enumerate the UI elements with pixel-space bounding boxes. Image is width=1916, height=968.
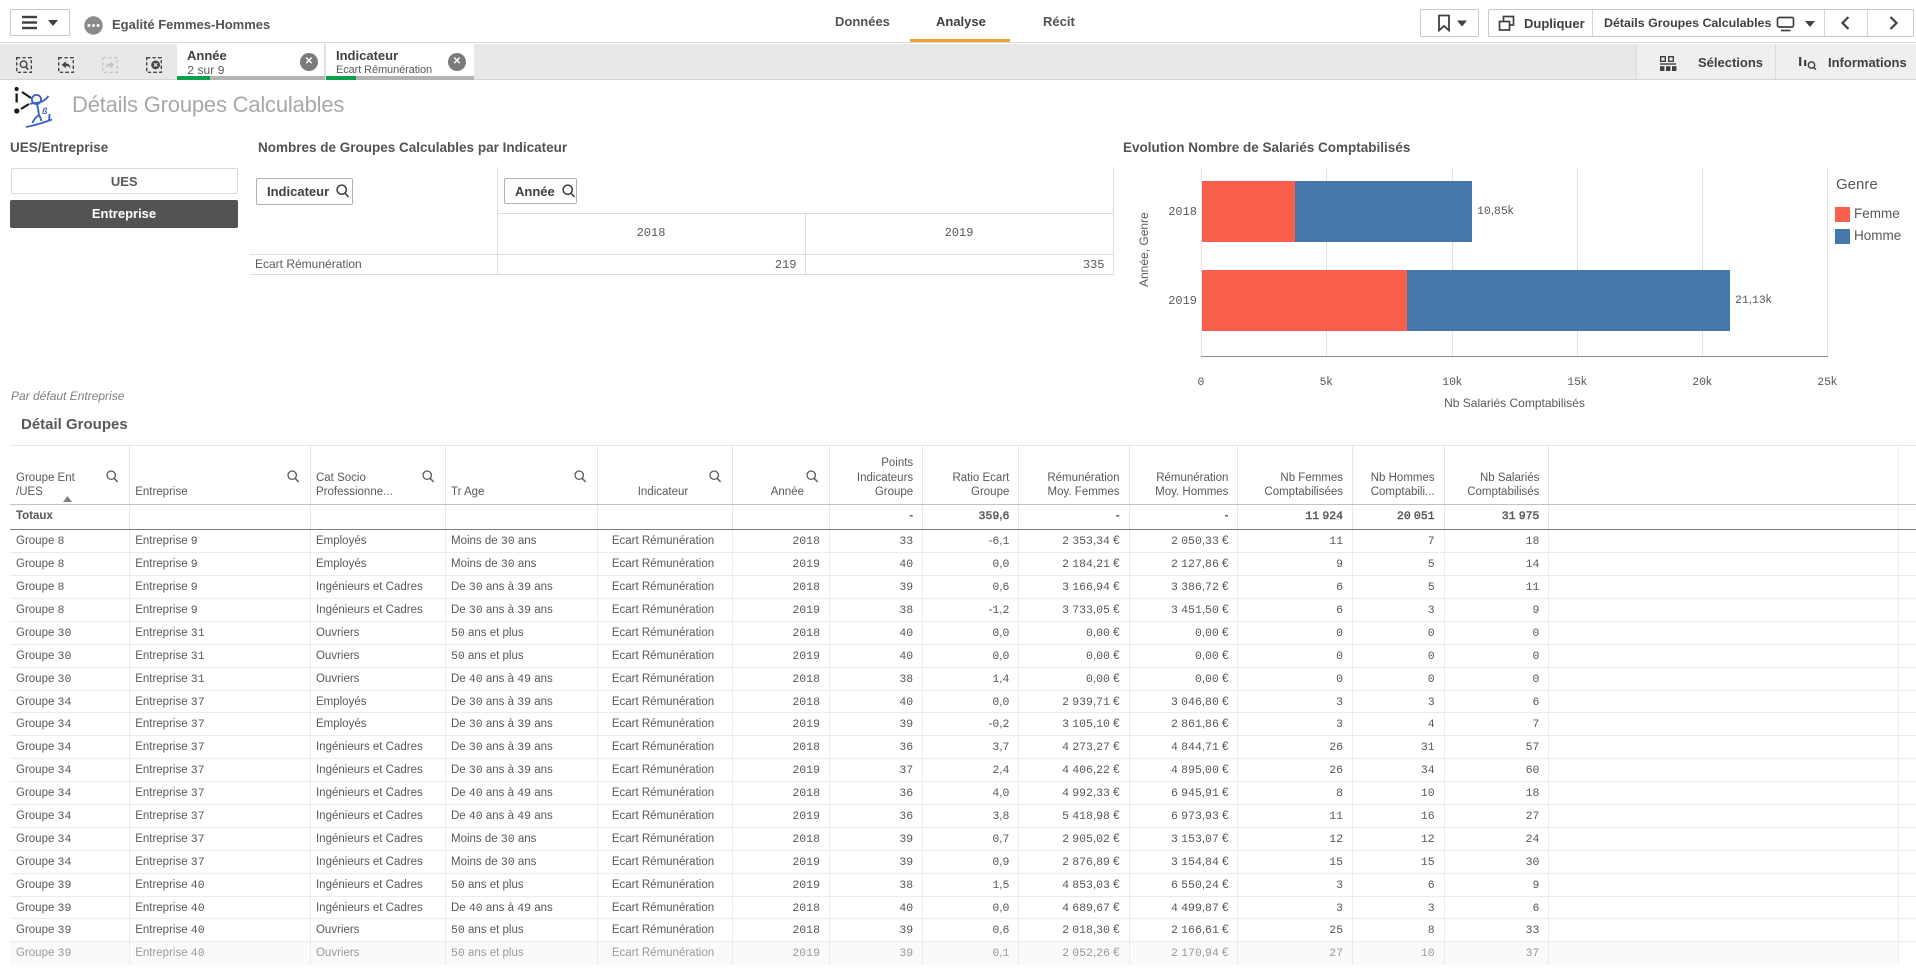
svg-text:ß: ß — [42, 106, 48, 116]
